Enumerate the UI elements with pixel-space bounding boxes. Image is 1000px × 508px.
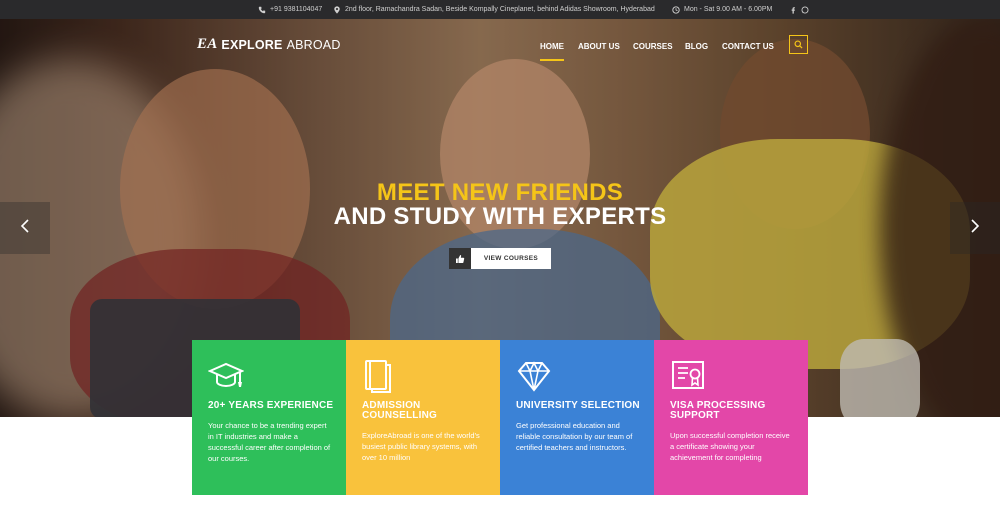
card-title: UNIVERSITY SELECTION	[516, 400, 640, 411]
diamond-icon	[516, 358, 552, 394]
top-info-bar: +91 9381104047 2nd floor, Ramachandra Sa…	[0, 0, 1000, 19]
clock-icon	[672, 5, 680, 14]
main-nav: HOME ABOUT US COURSES BLOG CONTACT US	[0, 36, 1000, 61]
hours-text: Mon - Sat 9.00 AM - 6.00PM	[684, 6, 773, 13]
feature-card-experience[interactable]: 20+ YEARS EXPERIENCE Your chance to be a…	[192, 340, 346, 495]
card-text: ExploreAbroad is one of the world's busi…	[362, 431, 480, 462]
phone-info[interactable]: +91 9381104047	[258, 0, 322, 19]
feature-card-admission[interactable]: ADMISSION COUNSELLING ExploreAbroad is o…	[346, 340, 500, 495]
hero-headline-line2: AND STUDY WITH EXPERTS	[333, 203, 667, 230]
graduation-cap-icon	[207, 358, 245, 394]
hero-headline-line1: MEET NEW FRIENDS	[376, 179, 624, 206]
nav-contact-us[interactable]: CONTACT US	[722, 36, 774, 56]
book-icon	[362, 358, 398, 394]
address-text: 2nd floor, Ramachandra Sadan, Beside Kom…	[345, 6, 655, 13]
feature-card-visa[interactable]: VISA PROCESSING SUPPORT Upon successful …	[654, 340, 808, 495]
whatsapp-icon[interactable]	[801, 6, 809, 14]
page: +91 9381104047 2nd floor, Ramachandra Sa…	[0, 0, 1000, 508]
card-title: 20+ YEARS EXPERIENCE	[208, 400, 334, 411]
view-courses-button[interactable]: VIEW COURSES	[449, 248, 551, 269]
phone-number: +91 9381104047	[270, 6, 323, 13]
card-text: Your chance to be a trending expert in I…	[208, 421, 331, 463]
nav-blog[interactable]: BLOG	[685, 36, 708, 56]
certificate-icon	[670, 358, 706, 394]
card-title: VISA PROCESSING SUPPORT	[670, 400, 766, 421]
nav-home[interactable]: HOME	[540, 36, 564, 61]
feature-card-university[interactable]: UNIVERSITY SELECTION Get professional ed…	[500, 340, 654, 495]
location-pin-icon	[333, 5, 341, 14]
phone-icon	[258, 6, 266, 14]
search-button[interactable]	[789, 35, 808, 54]
address-info: 2nd floor, Ramachandra Sadan, Beside Kom…	[333, 0, 655, 19]
card-text: Upon successful completion receive a cer…	[670, 431, 790, 462]
nav-about-us[interactable]: ABOUT US	[578, 36, 620, 56]
hours-info: Mon - Sat 9.00 AM - 6.00PM	[672, 0, 772, 19]
view-courses-label: VIEW COURSES	[483, 255, 539, 262]
nav-courses[interactable]: COURSES	[633, 36, 673, 56]
facebook-icon[interactable]	[789, 6, 797, 14]
thumbs-up-icon	[449, 248, 471, 269]
social-links	[789, 0, 809, 19]
search-icon	[794, 36, 803, 54]
card-title: ADMISSION COUNSELLING	[362, 400, 437, 421]
card-text: Get professional education and reliable …	[516, 421, 633, 452]
